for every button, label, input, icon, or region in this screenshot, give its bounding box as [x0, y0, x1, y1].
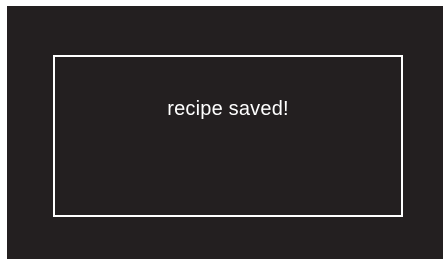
device-screen: recipe saved! — [7, 6, 443, 259]
confirmation-dialog: recipe saved! — [53, 55, 403, 217]
confirmation-message: recipe saved! — [167, 98, 289, 120]
